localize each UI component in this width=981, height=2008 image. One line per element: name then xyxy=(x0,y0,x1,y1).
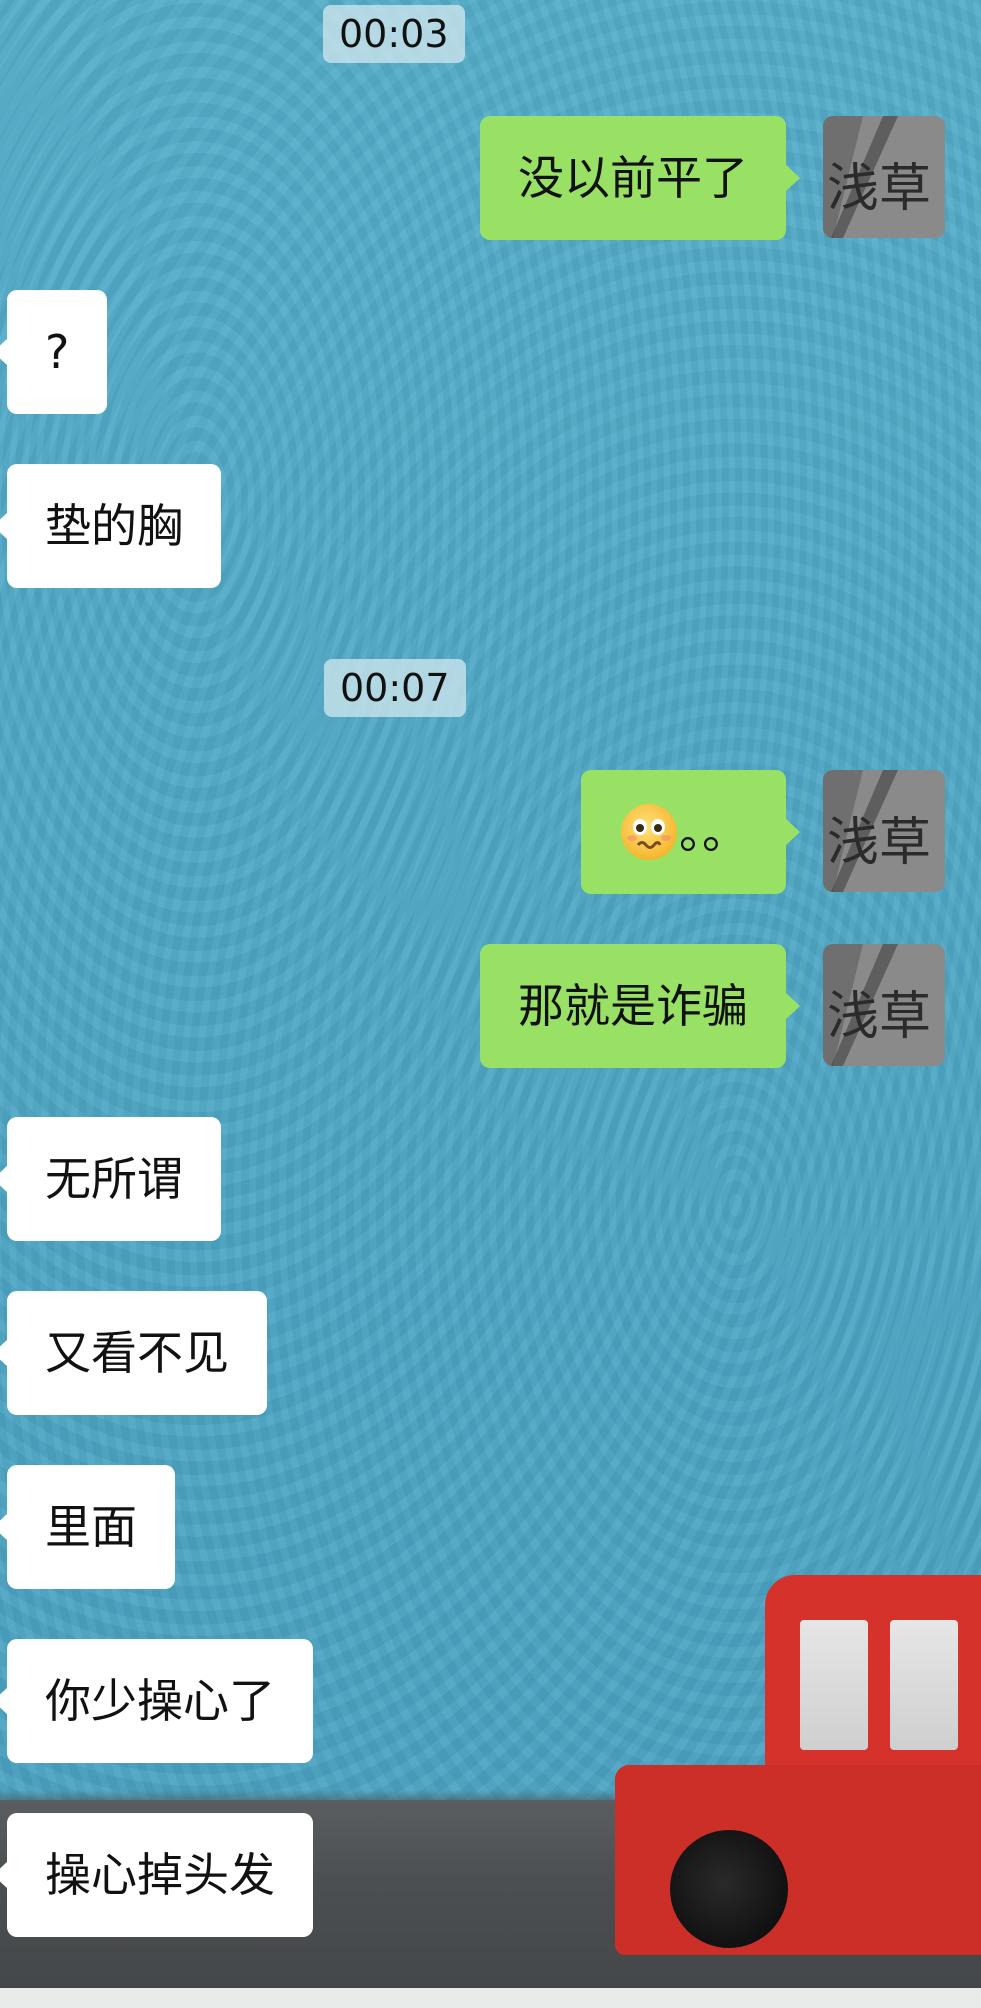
wallpaper-road-line xyxy=(0,1988,981,2008)
message-row-incoming: ? xyxy=(0,290,981,414)
incoming-message-bubble[interactable]: ? xyxy=(0,290,108,414)
incoming-message-bubble[interactable]: 你少操心了 xyxy=(0,1639,313,1763)
message-row-outgoing: 那就是诈骗 浅草 xyxy=(0,944,981,1068)
message-row-outgoing: 没以前平了 浅草 xyxy=(0,116,981,240)
avatar-image: 浅草 xyxy=(823,944,945,1066)
message-timestamp: 00:07 xyxy=(324,659,466,717)
message-row-incoming: 无所谓 xyxy=(0,1117,981,1241)
message-row-incoming: 里面 xyxy=(0,1465,981,1589)
message-row-incoming: 又看不见 xyxy=(0,1291,981,1415)
incoming-message-bubble[interactable]: 又看不见 xyxy=(0,1291,267,1415)
avatar-text: 浅草 xyxy=(827,159,931,219)
message-row-incoming: 你少操心了 xyxy=(0,1639,981,1763)
message-row-outgoing: 。。 浅草 xyxy=(0,770,981,894)
incoming-message-bubble[interactable]: 无所谓 xyxy=(0,1117,221,1241)
incoming-message-bubble[interactable]: 操心掉头发 xyxy=(0,1813,313,1937)
outgoing-message-bubble[interactable]: 那就是诈骗 xyxy=(480,944,800,1068)
avatar-text: 浅草 xyxy=(827,813,931,873)
message-row-incoming: 垫的胸 xyxy=(0,464,981,588)
outgoing-message-bubble[interactable]: 。。 xyxy=(581,770,800,894)
avatar-image: 浅草 xyxy=(823,116,945,238)
message-timestamp: 00:03 xyxy=(323,5,465,63)
woozy-face-emoji xyxy=(619,802,679,862)
outgoing-message-bubble[interactable]: 没以前平了 xyxy=(480,116,800,240)
incoming-message-bubble[interactable]: 垫的胸 xyxy=(0,464,221,588)
message-row-incoming: 操心掉头发 xyxy=(0,1813,981,1937)
incoming-message-bubble[interactable]: 里面 xyxy=(0,1465,175,1589)
message-text: 。。 xyxy=(679,805,748,859)
my-avatar[interactable]: 浅草 xyxy=(823,116,945,238)
my-avatar[interactable]: 浅草 xyxy=(823,770,945,892)
avatar-text: 浅草 xyxy=(827,987,931,1047)
my-avatar[interactable]: 浅草 xyxy=(823,944,945,1066)
avatar-image: 浅草 xyxy=(823,770,945,892)
